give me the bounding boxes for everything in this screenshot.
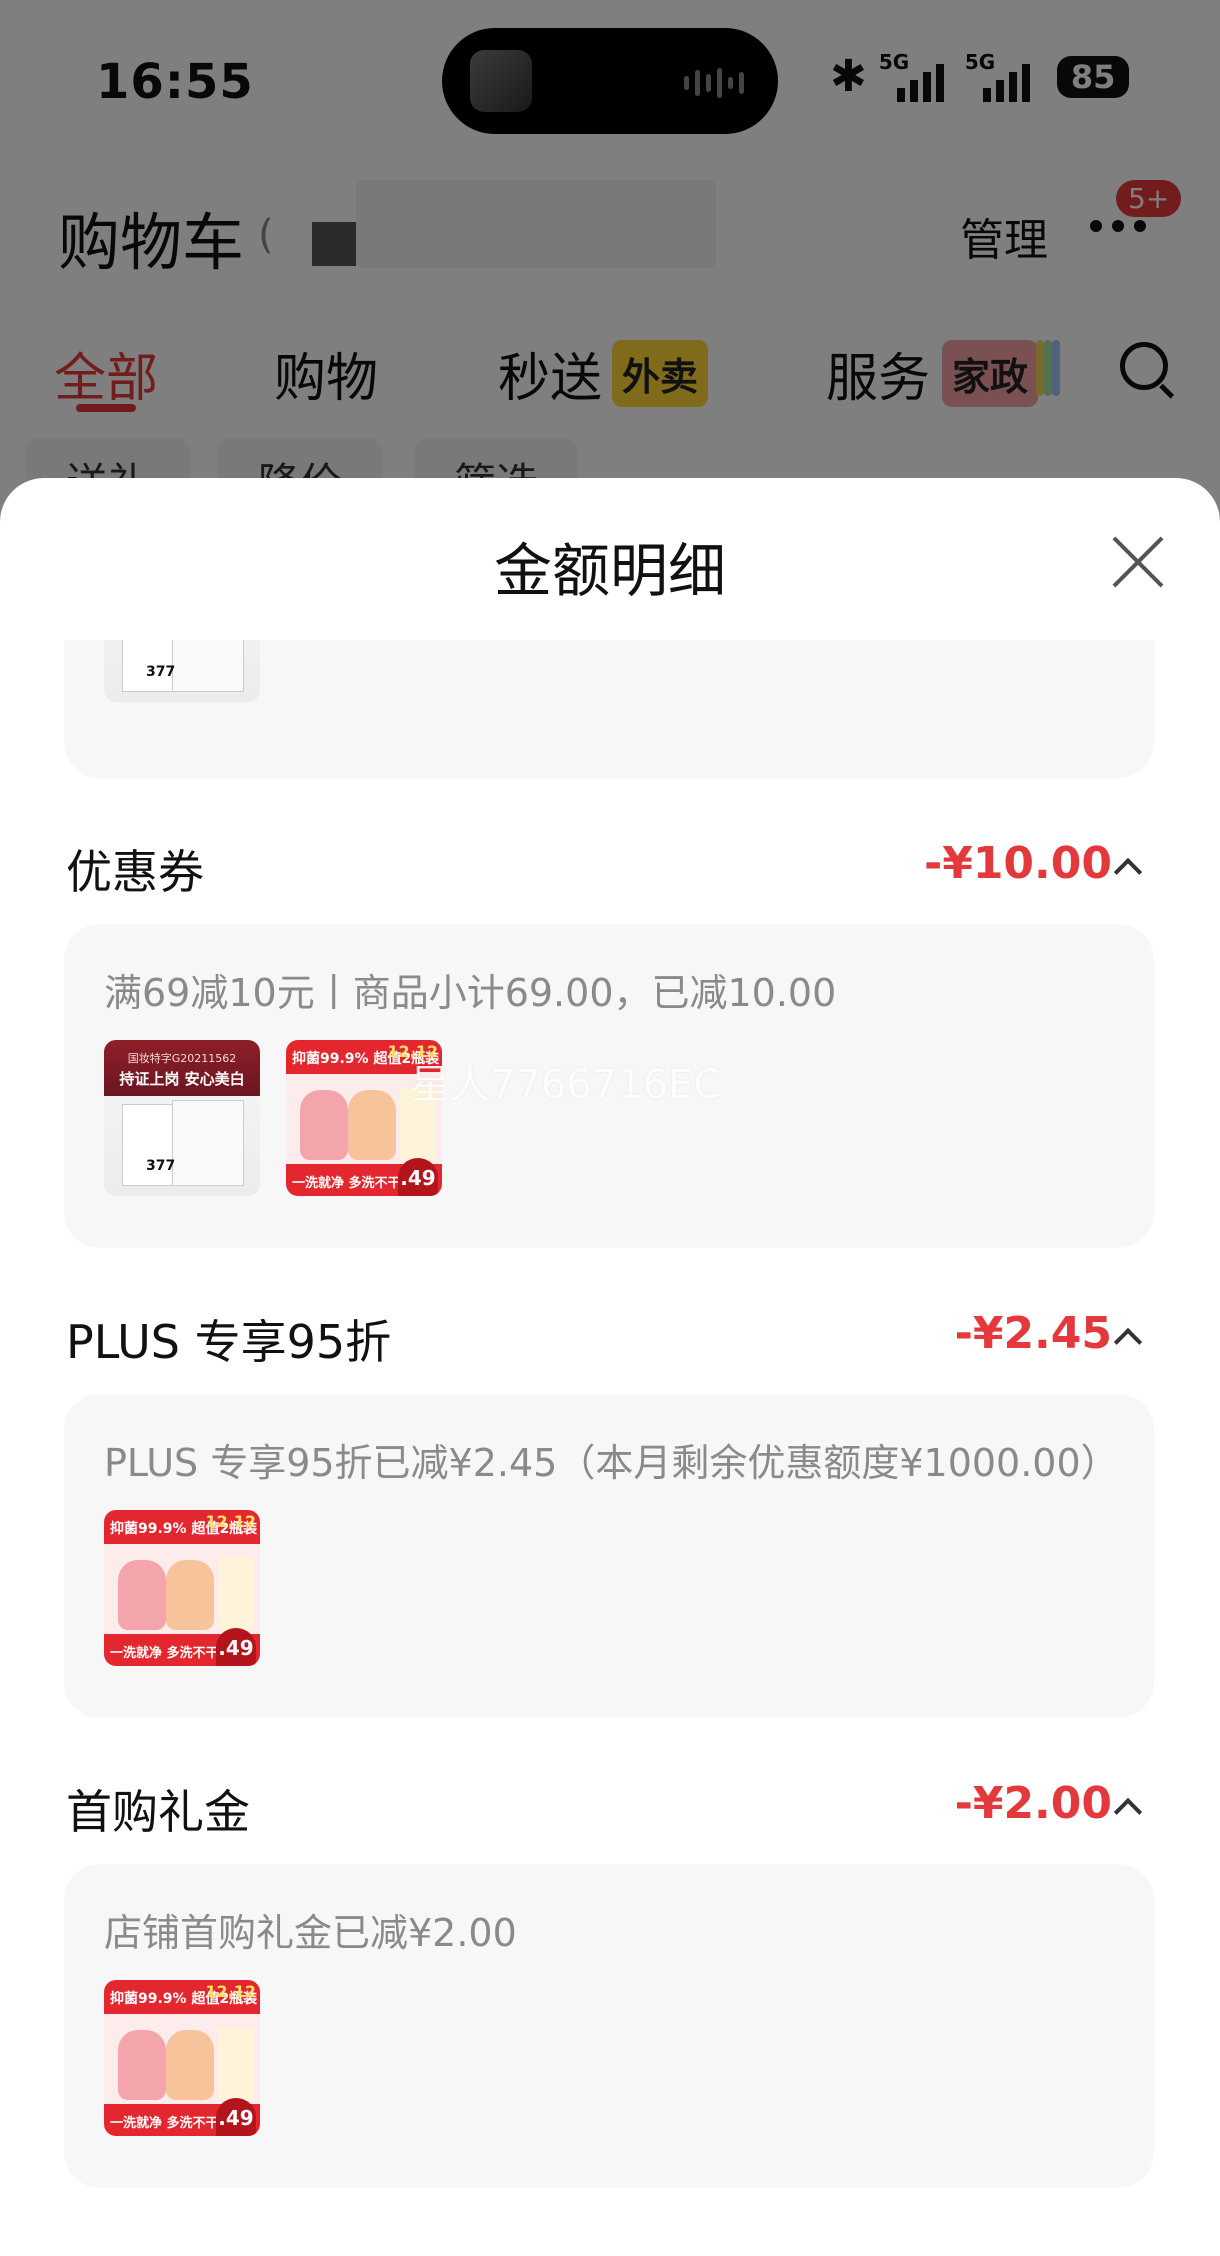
product-image[interactable]: 抑菌99.9% 超值2瓶装 12.12 一洗就净 多洗不干 .49 bbox=[104, 1980, 260, 2136]
product-price: .49 bbox=[216, 2098, 256, 2136]
product-text: 持证上岗 安心美白 bbox=[119, 1070, 245, 1088]
close-icon[interactable] bbox=[1110, 536, 1164, 590]
coupon-desc: 满69减10元丨商品小计69.00，已减10.00 bbox=[104, 971, 837, 1015]
product-text: 一洗就净 多洗不干 bbox=[110, 1646, 219, 1661]
product-thumb[interactable]: 377 bbox=[104, 640, 260, 702]
product-price: .49 bbox=[398, 1158, 438, 1196]
coupon-label: 优惠券 bbox=[66, 845, 204, 899]
plus-label: PLUS 专享95折 bbox=[66, 1315, 392, 1369]
product-label: 377 bbox=[146, 1158, 176, 1174]
product-text: 一洗就净 多洗不干 bbox=[110, 2116, 219, 2131]
first-purchase-card: 店铺首购礼金已减¥2.00 抑菌99.9% 超值2瓶装 12.12 一洗就净 多… bbox=[64, 1864, 1154, 2188]
product-label: 377 bbox=[146, 664, 176, 680]
first-purchase-desc: 店铺首购礼金已减¥2.00 bbox=[104, 1911, 517, 1955]
previous-card: 377 bbox=[64, 640, 1154, 778]
chevron-up-icon[interactable] bbox=[1113, 1797, 1143, 1827]
chevron-up-icon[interactable] bbox=[1113, 857, 1143, 887]
plus-amount: -¥2.45 bbox=[954, 1308, 1112, 1359]
watermark: 星人7766716EC bbox=[410, 1062, 722, 1108]
first-purchase-label: 首购礼金 bbox=[66, 1785, 250, 1839]
plus-desc: PLUS 专享95折已减¥2.45（本月剩余优惠额度¥1000.00） bbox=[104, 1441, 1119, 1485]
chevron-up-icon[interactable] bbox=[1113, 1327, 1143, 1357]
product-image: 377 bbox=[104, 640, 260, 702]
product-text: 12.12 bbox=[205, 1512, 256, 1531]
first-purchase-amount: -¥2.00 bbox=[954, 1778, 1112, 1829]
product-text: 12.12 bbox=[205, 1982, 256, 2001]
coupon-amount: -¥10.00 bbox=[923, 838, 1112, 889]
product-image[interactable]: 抑菌99.9% 超值2瓶装 12.12 一洗就净 多洗不干 .49 bbox=[104, 1510, 260, 1666]
product-text: 一洗就净 多洗不干 bbox=[292, 1176, 401, 1191]
amount-detail-sheet: 金额明细 377 优惠券 -¥10.00 满69减10元丨商品小计69.00，已… bbox=[0, 478, 1220, 2256]
sheet-scroll-area[interactable]: 377 优惠券 -¥10.00 满69减10元丨商品小计69.00，已减10.0… bbox=[0, 640, 1220, 2256]
product-price: .49 bbox=[216, 1628, 256, 1666]
sheet-title: 金额明细 bbox=[493, 537, 726, 605]
product-text: 国妆特字G20211562 bbox=[127, 1052, 237, 1065]
product-image[interactable]: 国妆特字G20211562 持证上岗 安心美白 377 bbox=[104, 1040, 260, 1196]
plus-card: PLUS 专享95折已减¥2.45（本月剩余优惠额度¥1000.00） 抑菌99… bbox=[64, 1394, 1154, 1718]
